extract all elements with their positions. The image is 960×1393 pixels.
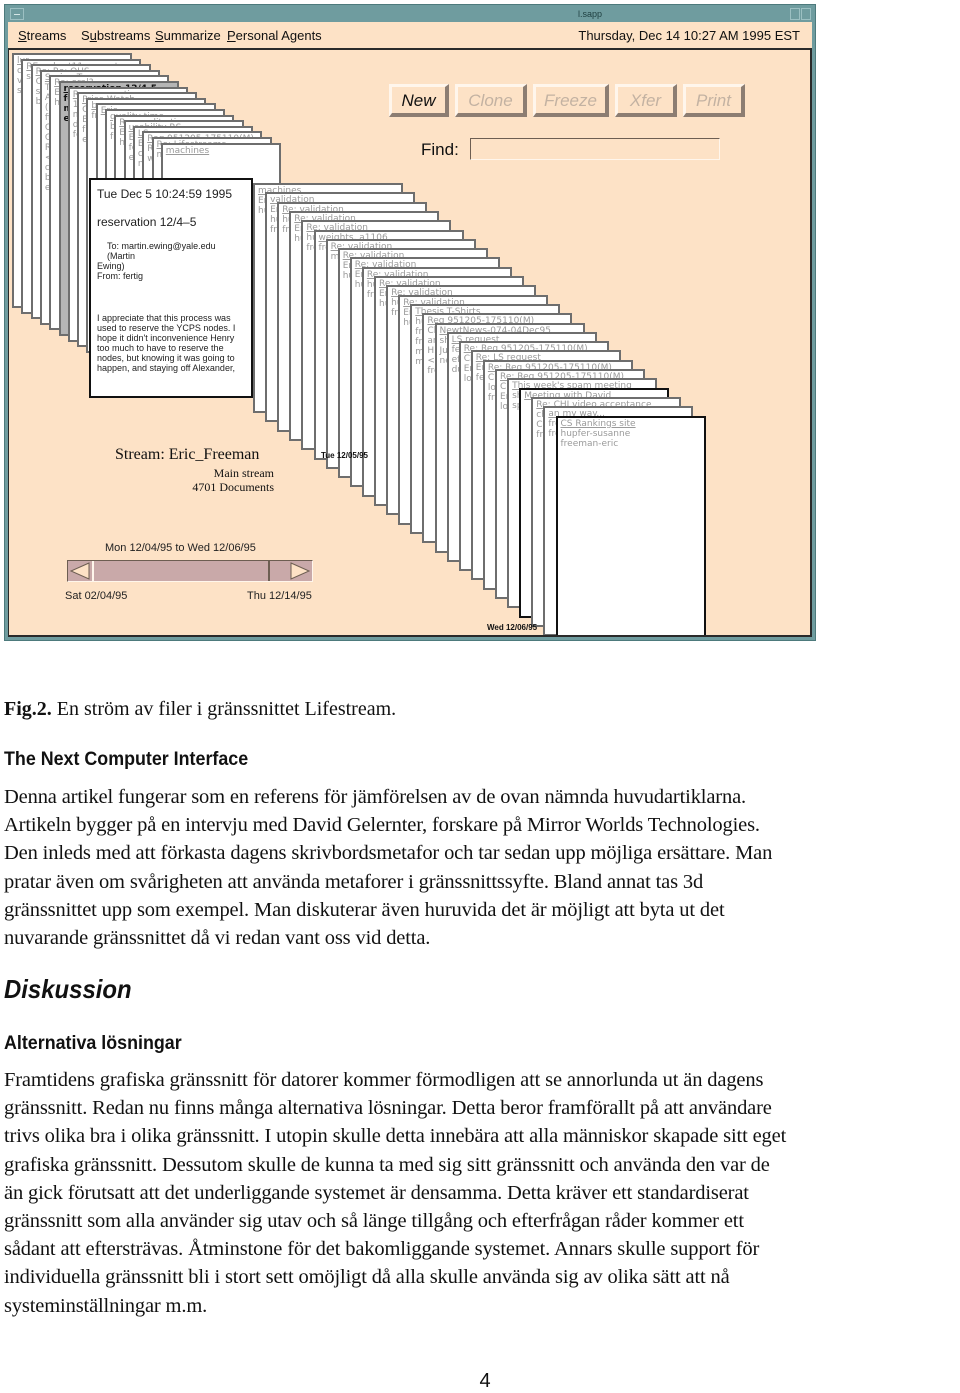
clone-button[interactable]: Clone	[455, 84, 527, 117]
stream-name: Stream: Eric_Freeman	[115, 446, 260, 463]
stream-document-card[interactable]: CS Rankings site hupfer-susanne freeman-er…	[555, 415, 706, 635]
new-button[interactable]: New	[389, 84, 449, 117]
document-to-cont: Ewing)	[97, 261, 125, 271]
document-to: To: martin.ewing@yale.edu (Martin	[107, 241, 216, 261]
paragraph-alternatives: Framtidens grafiska gränssnitt för dator…	[4, 1066, 960, 1320]
text-line: sådant att eftersträvas. Åtminstone för …	[4, 1238, 760, 1261]
find-label: Find:	[421, 140, 459, 159]
clock: Thursday, Dec 14 10:27 AM 1995 EST	[578, 28, 800, 43]
timeline-start-label: Sat 02/04/95	[65, 590, 128, 602]
focused-document[interactable]: Tue Dec 5 10:24:59 1995 reservation 12/4…	[89, 178, 253, 398]
slider-thumb[interactable]	[92, 561, 271, 581]
menu-summarize[interactable]: Summarize	[155, 28, 221, 43]
text-line: gränssnitt. Redan nu finns många alterna…	[4, 1097, 772, 1120]
text-line: än gick förutsatt att det underliggande …	[4, 1181, 749, 1204]
text-line: gränssnitt som alla använder sig utav oc…	[4, 1210, 744, 1233]
window-title: l.sapp	[577, 9, 603, 19]
slider-right-arrow-icon[interactable]	[289, 562, 311, 580]
print-button[interactable]: Print	[683, 84, 745, 117]
card-title: machines	[165, 145, 210, 156]
slider-left-arrow-icon[interactable]	[69, 562, 91, 580]
heading-alternativa-losningar: Alternativa lösningar	[4, 1033, 182, 1054]
text-line: gränssnittet upp som exempel. Man diskut…	[4, 898, 725, 921]
menu-personal-agents[interactable]: Personal Agents	[227, 28, 322, 43]
timeline-slider[interactable]	[67, 560, 313, 582]
text-line: nuvarande gränssnittet då vi redan vant …	[4, 927, 431, 950]
title-bar[interactable]: l.sapp	[8, 7, 812, 22]
text-line: Artikeln bygger på en intervju med David…	[4, 814, 760, 837]
menu-substreams[interactable]: Substreams	[81, 28, 150, 43]
maximize-icon[interactable]	[801, 8, 811, 20]
document-count: 4701 Documents	[192, 480, 274, 494]
last-date-label: Wed 12/06/95	[487, 623, 538, 632]
card-line: hupfer-susanne	[560, 428, 631, 439]
text-line: Framtidens grafiska gränssnitt för dator…	[4, 1069, 764, 1091]
window-controls	[790, 8, 812, 20]
minimize-icon[interactable]	[790, 8, 800, 20]
document-from: From: fertig	[97, 271, 144, 281]
focused-date-label: Tue 12/05/95	[321, 451, 368, 460]
time-range-label: Mon 12/04/95 to Wed 12/06/95	[105, 542, 256, 554]
timeline-end-label: Thu 12/14/95	[247, 590, 312, 602]
document-subject: reservation 12/4–5	[97, 215, 197, 229]
find-input[interactable]	[470, 138, 720, 160]
text-line: grafiska gränssnitt. Dessutom skulle de …	[4, 1153, 770, 1176]
stream-info: Main stream 4701 Documents	[159, 466, 274, 494]
document-headers: To: martin.ewing@yale.edu (Martin Ewing)…	[97, 241, 245, 281]
text-line: pratar även om svårigheten att använda m…	[4, 870, 704, 893]
paragraph-intro: Denna artikel fungerar som en referens f…	[4, 783, 960, 952]
heading-diskussion: Diskussion	[4, 974, 132, 1004]
page-number: 4	[479, 1370, 491, 1392]
text-line: individuella gränssnitt bli i stort sett…	[4, 1266, 730, 1289]
text-line: systeminställningar m.m.	[4, 1294, 208, 1317]
document-date: Tue Dec 5 10:24:59 1995	[97, 187, 232, 201]
figure-caption: Fig.2. En ström av filer i gränssnittet …	[4, 698, 396, 721]
heading-next-computer-interface: The Next Computer Interface	[4, 749, 249, 770]
menu-bar: Streams Substreams Summarize Personal Ag…	[8, 22, 812, 50]
card-title: CS Rankings site	[560, 418, 636, 429]
text-line: Denna artikel fungerar som en referens f…	[4, 786, 746, 808]
text-line: Den inleds med att förkasta dagens skriv…	[4, 842, 773, 865]
xfer-button[interactable]: Xfer	[615, 84, 677, 117]
text-line: trivs olika bra i olika gränssnitt. I ut…	[4, 1125, 787, 1148]
lifestream-window: l.sapp Streams Substreams Summarize Pers…	[4, 4, 816, 641]
freeze-button[interactable]: Freeze	[533, 84, 609, 117]
card-line: freeman-eric	[560, 438, 619, 449]
document-body: I appreciate that this process was used …	[97, 313, 236, 373]
menu-streams[interactable]: Streams	[18, 28, 66, 43]
caption-text: En ström av filer i gränssnittet Lifestr…	[51, 698, 397, 720]
stream-canvas: lurcoalerveseRE: robert11 re apptse witR…	[8, 50, 812, 637]
substream-name: Main stream	[213, 466, 274, 480]
caption-label: Fig.2.	[4, 698, 52, 720]
